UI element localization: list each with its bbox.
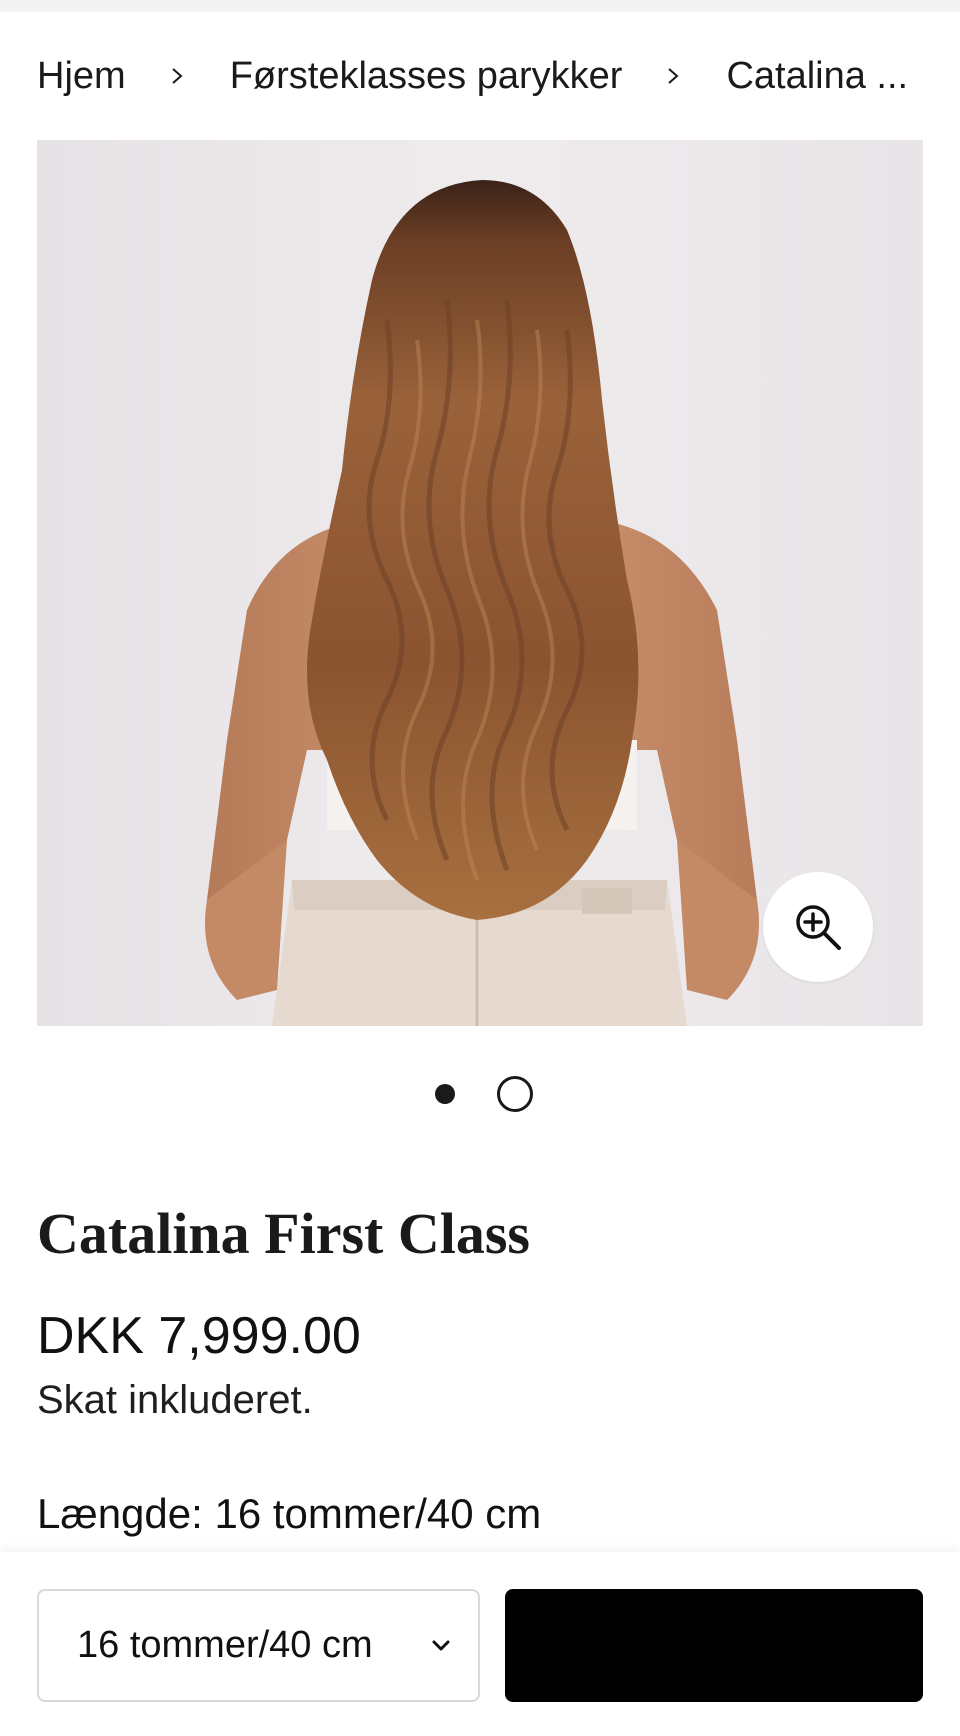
length-select-value: 16 tommer/40 cm — [77, 1624, 373, 1666]
breadcrumb-current: Catalina ... — [726, 54, 909, 97]
tax-note: Skat inkluderet. — [37, 1378, 313, 1422]
add-to-cart-button[interactable] — [505, 1589, 923, 1702]
product-title: Catalina First Class — [37, 1201, 530, 1266]
option-label: Længde: — [37, 1490, 203, 1537]
breadcrumb-category-link[interactable]: Førsteklasses parykker — [230, 55, 623, 98]
zoom-button[interactable] — [763, 872, 873, 982]
breadcrumb-home-link[interactable]: Hjem — [37, 55, 126, 98]
length-select[interactable]: 16 tommer/40 cm — [37, 1589, 480, 1702]
product-image-gallery[interactable] — [37, 140, 923, 1026]
chevron-down-icon — [432, 1640, 450, 1651]
option-value: 16 tommer/40 cm — [214, 1490, 542, 1537]
top-strip — [0, 0, 960, 12]
pagination-dot[interactable] — [497, 1076, 533, 1112]
product-price: DKK 7,999.00 — [37, 1307, 361, 1365]
length-option-label: Længde: 16 tommer/40 cm — [37, 1490, 541, 1538]
zoom-in-icon — [796, 905, 841, 950]
chevron-right-icon — [664, 67, 682, 85]
pagination-dot-active[interactable] — [435, 1084, 455, 1104]
gallery-pagination — [0, 1076, 960, 1112]
chevron-right-icon — [168, 67, 186, 85]
breadcrumb: Hjem Førsteklasses parykker Catalina ... — [37, 52, 923, 100]
